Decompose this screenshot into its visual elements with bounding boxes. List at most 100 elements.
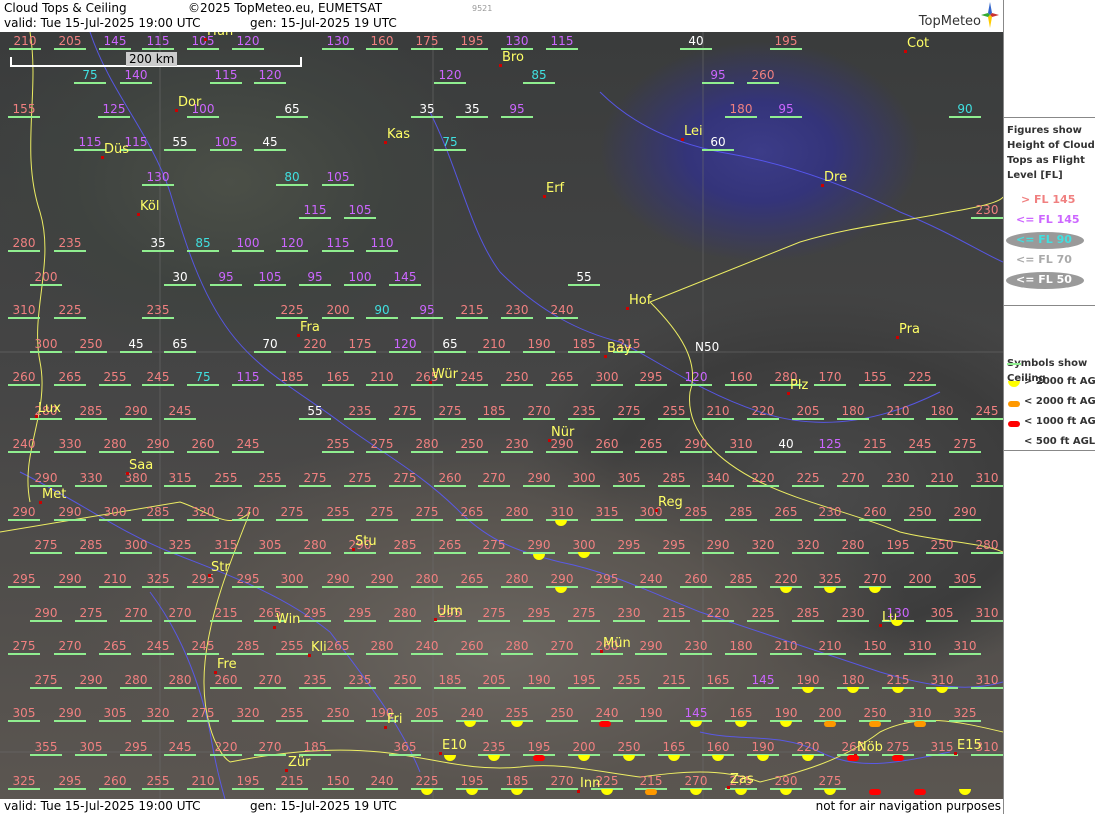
city-label: Bro bbox=[502, 50, 524, 65]
legend-symbol-yellow bbox=[1008, 381, 1020, 387]
flight-level-label: 145 bbox=[680, 707, 712, 722]
flight-level-label: 150 bbox=[859, 640, 891, 655]
flight-level-label: 240 bbox=[591, 707, 623, 722]
flight-level-label: 250 bbox=[904, 506, 936, 521]
image-code: 9521 bbox=[472, 4, 493, 13]
flight-level-label: 305 bbox=[8, 707, 40, 722]
flight-level-label: 265 bbox=[456, 506, 488, 521]
flight-level-label: 320 bbox=[232, 707, 264, 722]
flight-level-label: 310 bbox=[904, 707, 936, 722]
flight-level-label: 235 bbox=[299, 674, 331, 689]
flight-level-label: 125 bbox=[98, 103, 130, 118]
legend-divider bbox=[1004, 450, 1095, 451]
flight-level-label: 140 bbox=[120, 69, 152, 84]
flight-level-label: 380 bbox=[120, 472, 152, 487]
flight-level-label: 270 bbox=[54, 640, 86, 655]
flight-level-label: 310 bbox=[971, 674, 1003, 689]
city-label: Bay bbox=[607, 341, 632, 356]
copyright-text: ©2025 TopMeteo.eu, EUMETSAT bbox=[188, 1, 383, 15]
flight-level-label: 190 bbox=[770, 707, 802, 722]
ceiling-symbol bbox=[914, 721, 926, 727]
flight-level-label: 105 bbox=[210, 136, 242, 151]
flight-level-label: 315 bbox=[164, 472, 196, 487]
flight-level-label: 290 bbox=[680, 438, 712, 453]
flight-level-label: 280 bbox=[501, 640, 533, 655]
flight-level-label: 260 bbox=[187, 438, 219, 453]
flight-level-label: 365 bbox=[389, 741, 421, 756]
legend-divider bbox=[1004, 117, 1095, 118]
flight-level-label: 300 bbox=[30, 338, 62, 353]
flight-level-label: 275 bbox=[478, 539, 510, 554]
flight-level-label: 185 bbox=[478, 405, 510, 420]
flight-level-label: 175 bbox=[411, 35, 443, 50]
flight-level-label: 245 bbox=[904, 438, 936, 453]
flight-level-label: 240 bbox=[456, 707, 488, 722]
flight-level-label: 295 bbox=[299, 607, 331, 622]
flight-level-label: 305 bbox=[949, 573, 981, 588]
flight-level-label: 250 bbox=[456, 438, 488, 453]
flight-level-label: 95 bbox=[210, 271, 242, 286]
flight-level-label: 240 bbox=[366, 775, 398, 790]
flight-level-label: 185 bbox=[434, 674, 466, 689]
flight-level-label: 160 bbox=[702, 741, 734, 756]
legend-item-fl-145: <= FL 145 bbox=[1016, 213, 1080, 226]
flight-level-label: 255 bbox=[99, 371, 131, 386]
flight-level-label: 295 bbox=[120, 741, 152, 756]
legend-symbol-500-below: < 500 ft AGL bbox=[1024, 436, 1095, 447]
valid-time: valid: Tue 15-Jul-2025 19:00 UTC bbox=[4, 16, 201, 30]
flight-level-label: 255 bbox=[276, 640, 308, 655]
flight-level-label: 290 bbox=[54, 506, 86, 521]
city-label: Dor bbox=[178, 95, 202, 110]
flight-level-label: 260 bbox=[591, 438, 623, 453]
flight-level-label: 275 bbox=[478, 607, 510, 622]
flight-level-label: 265 bbox=[54, 371, 86, 386]
flight-level-label: 165 bbox=[702, 674, 734, 689]
flight-level-label: 200 bbox=[904, 573, 936, 588]
flight-level-label: 280 bbox=[99, 438, 131, 453]
flight-level-label: 255 bbox=[276, 707, 308, 722]
city-label: Cot bbox=[907, 36, 930, 51]
flight-level-label: 290 bbox=[523, 539, 555, 554]
flight-level-label: 285 bbox=[75, 539, 107, 554]
flight-level-label: 245 bbox=[232, 438, 264, 453]
flight-level-label: 45 bbox=[120, 338, 152, 353]
flight-level-label: 240 bbox=[635, 573, 667, 588]
flight-level-label: 220 bbox=[299, 338, 331, 353]
flight-level-label: 305 bbox=[99, 707, 131, 722]
flight-level-label: 260 bbox=[680, 573, 712, 588]
city-label: Fre bbox=[217, 657, 237, 672]
legend-panel: Figures show Height of Cloud Tops as Fli… bbox=[1003, 0, 1095, 814]
flight-level-label: 280 bbox=[411, 438, 443, 453]
flight-level-label: 125 bbox=[814, 438, 846, 453]
flight-level-label: 260 bbox=[8, 371, 40, 386]
flight-level-label: 275 bbox=[949, 438, 981, 453]
flight-level-label: 40 bbox=[680, 35, 712, 50]
flight-level-label: 115 bbox=[210, 69, 242, 84]
flight-level-label: 280 bbox=[8, 237, 40, 252]
flight-level-label: 235 bbox=[478, 741, 510, 756]
flight-level-label: 250 bbox=[859, 707, 891, 722]
flight-level-label: 255 bbox=[142, 775, 174, 790]
footer-valid-time: valid: Tue 15-Jul-2025 19:00 UTC bbox=[4, 799, 201, 813]
flight-level-label: 280 bbox=[366, 640, 398, 655]
flight-level-label: 105 bbox=[254, 271, 286, 286]
city-label: Nöb bbox=[857, 740, 883, 755]
flight-level-label: 300 bbox=[276, 573, 308, 588]
flight-level-label: 120 bbox=[276, 237, 308, 252]
flight-level-label: 300 bbox=[120, 539, 152, 554]
flight-level-label: 290 bbox=[120, 405, 152, 420]
city-label: Lux bbox=[38, 401, 61, 416]
flight-level-label: 245 bbox=[187, 640, 219, 655]
flight-level-label: 230 bbox=[882, 472, 914, 487]
flight-level-label: 45 bbox=[254, 136, 286, 151]
flight-level-label: 90 bbox=[949, 103, 981, 118]
flight-level-label: 185 bbox=[276, 371, 308, 386]
flight-level-label: 295 bbox=[344, 607, 376, 622]
flight-level-label: 295 bbox=[54, 775, 86, 790]
flight-level-label: 190 bbox=[747, 741, 779, 756]
city-label: Mün bbox=[603, 636, 631, 651]
flight-level-label: 120 bbox=[389, 338, 421, 353]
flight-level-label: 215 bbox=[635, 775, 667, 790]
flight-level-label: 230 bbox=[814, 506, 846, 521]
flight-level-label: 265 bbox=[546, 371, 578, 386]
